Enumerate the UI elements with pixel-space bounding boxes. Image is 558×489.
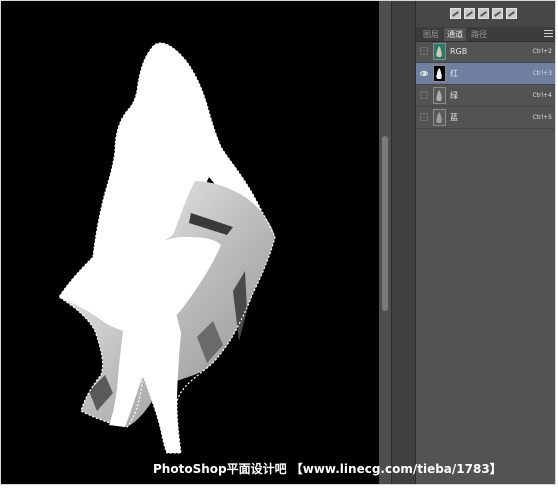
channel-thumbnail [433,109,446,126]
channel-name: 蓝 [450,113,458,122]
channel-thumbnail [433,87,446,104]
channel-row-red[interactable]: 红 Ctrl+3 [416,63,555,85]
channels-panel: 图层 通道 路径 RGB Ctrl+2 红 Ctrl+3 绿 Ctrl+4 蓝 … [415,1,555,484]
panel-menu-icon[interactable] [544,29,554,38]
visibility-toggle[interactable] [420,91,428,99]
visibility-toggle[interactable] [420,47,428,55]
adjustment-icon[interactable] [506,8,517,19]
tab-channels[interactable]: 通道 [444,28,466,41]
watermark-text: PhotoShop平面设计吧 【www.linecg.com/tieba/178… [153,462,502,476]
adjustment-icon[interactable] [478,8,489,19]
channel-name: 红 [450,69,458,78]
panel-dock-gutter [391,1,416,484]
channel-shortcut: Ctrl+3 [532,70,552,77]
channel-name: 绿 [450,91,458,100]
channel-shortcut: Ctrl+2 [532,48,552,55]
channel-row-green[interactable]: 绿 Ctrl+4 [416,85,555,107]
adjustment-icon[interactable] [492,8,503,19]
channel-row-rgb[interactable]: RGB Ctrl+2 [416,41,555,63]
channel-name: RGB [450,47,468,56]
channel-shortcut: Ctrl+5 [532,114,552,121]
tab-layers[interactable]: 图层 [420,28,442,41]
canvas-scrollbar[interactable] [379,1,391,484]
scrollbar-thumb[interactable] [382,136,388,311]
channel-thumbnail [433,43,446,60]
channel-row-blue[interactable]: 蓝 Ctrl+5 [416,107,555,129]
eye-icon[interactable] [420,69,428,77]
red-channel-image [58,42,276,454]
document-canvas[interactable] [1,1,379,484]
panel-tabs: 图层 通道 路径 [416,27,555,42]
photoshop-window: 图层 通道 路径 RGB Ctrl+2 红 Ctrl+3 绿 Ctrl+4 蓝 … [0,0,556,485]
adjustment-icon[interactable] [464,8,475,19]
visibility-toggle[interactable] [420,113,428,121]
adjustment-icon[interactable] [450,8,461,19]
channel-thumbnail [433,65,446,82]
channel-shortcut: Ctrl+4 [532,92,552,99]
panel-toolbar [416,1,555,28]
tab-paths[interactable]: 路径 [468,28,490,41]
